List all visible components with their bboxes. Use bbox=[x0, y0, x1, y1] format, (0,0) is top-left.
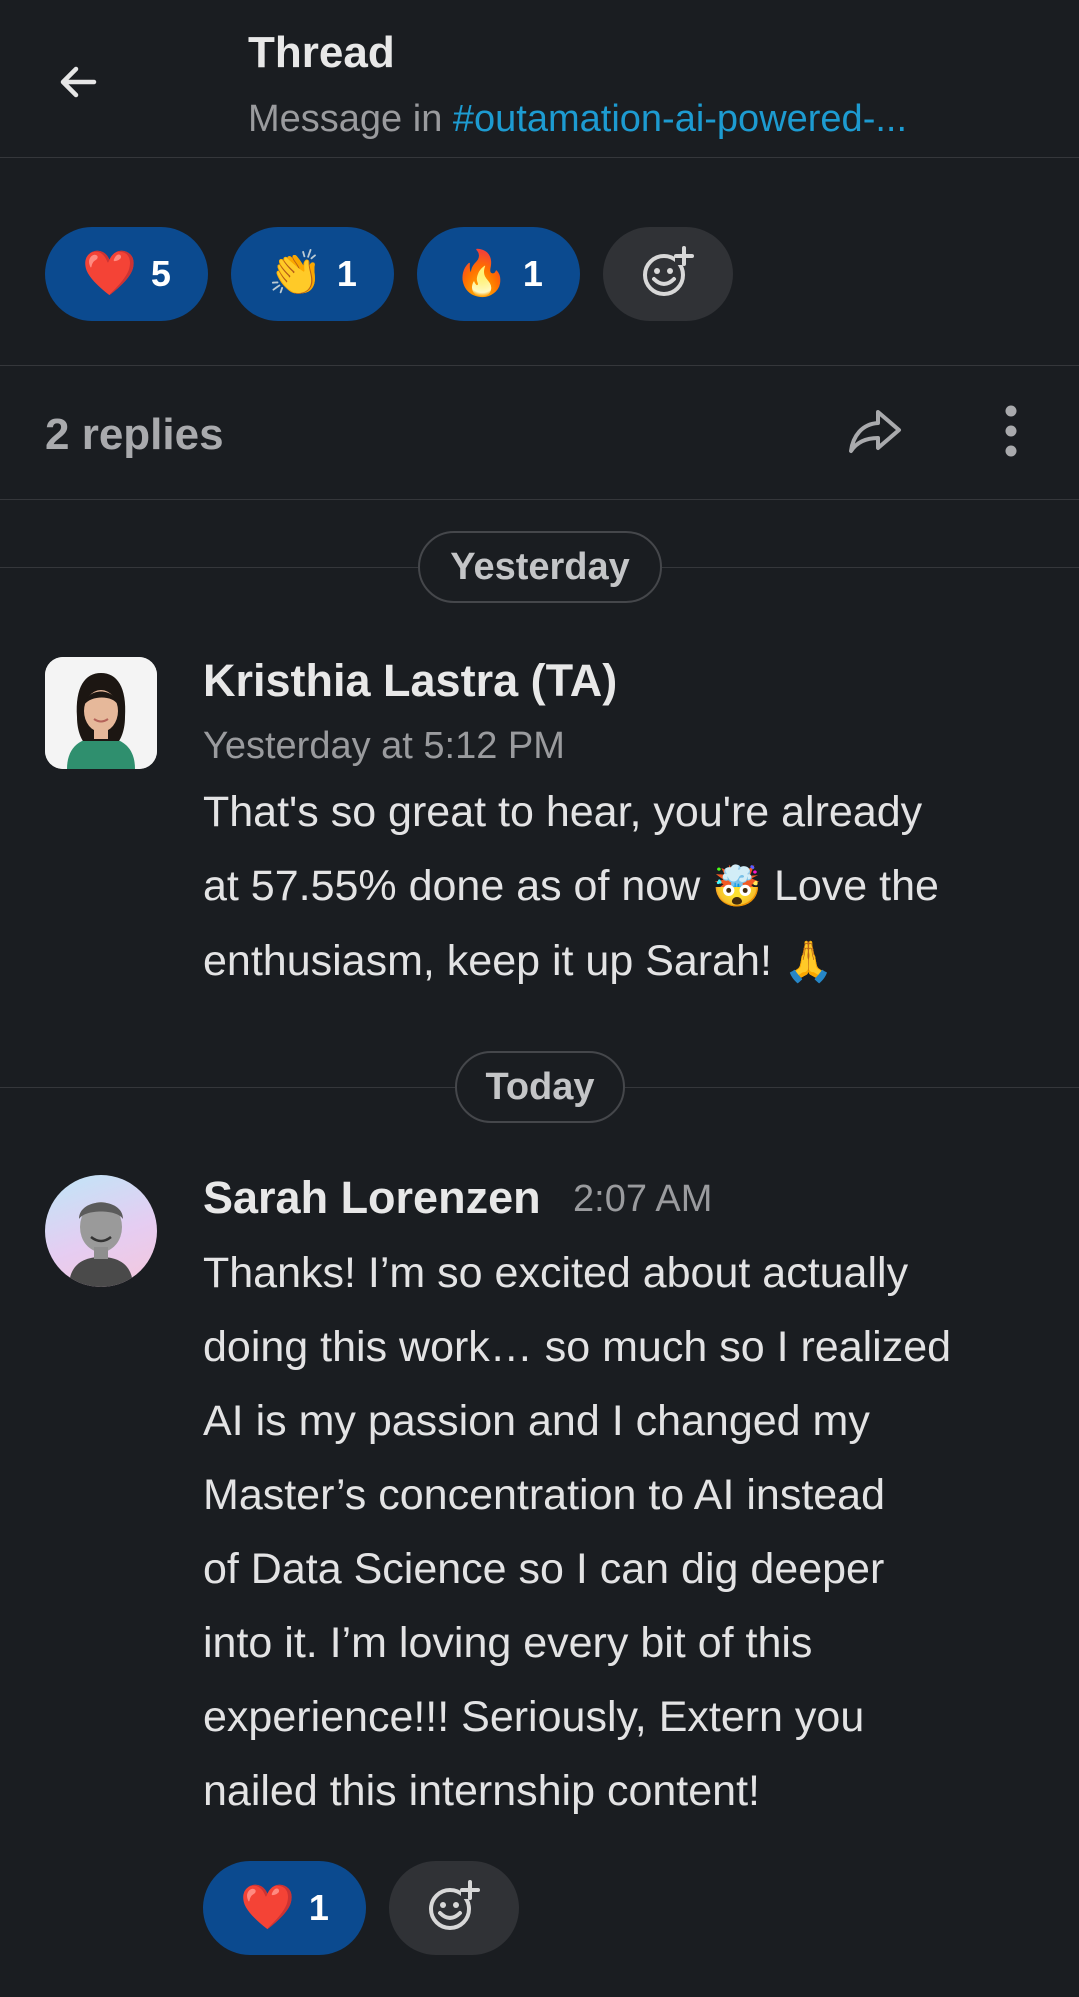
add-reaction-button[interactable] bbox=[603, 227, 733, 321]
share-arrow-icon bbox=[846, 406, 904, 461]
more-vertical-icon bbox=[1001, 403, 1021, 464]
heart-emoji-icon: ❤️ bbox=[240, 1883, 295, 1932]
reaction-count: 1 bbox=[336, 253, 357, 294]
reaction-count: 1 bbox=[522, 253, 543, 294]
exploding-head-emoji-icon: 🤯 bbox=[712, 865, 763, 909]
reaction-count: 5 bbox=[150, 253, 171, 294]
avatar[interactable] bbox=[45, 657, 157, 769]
message-line: Master’s concentration to AI instead bbox=[203, 1471, 886, 1519]
share-button[interactable] bbox=[840, 398, 910, 468]
message-author[interactable]: Kristhia Lastra (TA) bbox=[203, 655, 617, 707]
message-body: That's so great to hear, you're already … bbox=[203, 775, 1079, 999]
add-reaction-button[interactable] bbox=[389, 1861, 519, 1955]
arrow-left-icon bbox=[54, 58, 102, 111]
message-line: experience!!! Seriously, Extern you bbox=[203, 1693, 865, 1741]
reactions-bar: ❤️ 5 👏 1 🔥 1 bbox=[0, 158, 1079, 366]
add-emoji-icon bbox=[425, 1877, 483, 1940]
thread-subtitle: Message in #outamation-ai-powered-... bbox=[248, 98, 907, 141]
back-button[interactable] bbox=[46, 52, 110, 116]
heart-emoji-icon: ❤️ bbox=[82, 249, 137, 298]
message-line: at 57.55% done as of now 🤯 Love the bbox=[203, 849, 1079, 924]
reaction-heart[interactable]: ❤️ 5 bbox=[45, 227, 208, 321]
channel-link[interactable]: #outamation-ai-powered-... bbox=[453, 98, 907, 140]
replies-bar: 2 replies bbox=[0, 366, 1079, 500]
reaction-fire[interactable]: 🔥 1 bbox=[417, 227, 580, 321]
message-text: enthusiasm, keep it up Sarah! bbox=[203, 937, 784, 985]
date-divider-yesterday: Yesterday bbox=[418, 531, 662, 603]
more-options-button[interactable] bbox=[976, 398, 1046, 468]
reaction-heart[interactable]: ❤️ 1 bbox=[203, 1861, 366, 1955]
reaction-count: 1 bbox=[308, 1887, 329, 1928]
message-line: of Data Science so I can dig deeper bbox=[203, 1545, 885, 1593]
message-body: Thanks! I’m so excited about actually do… bbox=[203, 1236, 1079, 1828]
message-timestamp: Yesterday at 5:12 PM bbox=[203, 725, 565, 767]
message-line: Thanks! I’m so excited about actually bbox=[203, 1249, 909, 1297]
message-text: at 57.55% done as of now bbox=[203, 862, 713, 910]
avatar[interactable] bbox=[45, 1175, 157, 1287]
message-line: into it. I’m loving every bit of this bbox=[203, 1619, 813, 1667]
message-author[interactable]: Sarah Lorenzen bbox=[203, 1172, 541, 1224]
message-line: AI is my passion and I changed my bbox=[203, 1397, 870, 1445]
date-divider-today: Today bbox=[455, 1051, 625, 1123]
message-text: Love the bbox=[762, 862, 939, 910]
fire-emoji-icon: 🔥 bbox=[454, 249, 509, 298]
clap-emoji-icon: 👏 bbox=[268, 249, 323, 298]
thread-header: Thread Message in #outamation-ai-powered… bbox=[0, 0, 1079, 158]
folded-hands-emoji-icon: 🙏 bbox=[783, 940, 834, 984]
replies-count: 2 replies bbox=[45, 410, 224, 459]
message-line: That's so great to hear, you're already bbox=[203, 788, 923, 836]
message-line: enthusiasm, keep it up Sarah! 🙏 bbox=[203, 924, 1079, 999]
page-title: Thread bbox=[248, 28, 395, 77]
message-line: doing this work… so much so I realized bbox=[203, 1323, 952, 1371]
message-line: nailed this internship content! bbox=[203, 1767, 760, 1815]
message-timestamp: 2:07 AM bbox=[573, 1178, 713, 1220]
reaction-clap[interactable]: 👏 1 bbox=[231, 227, 394, 321]
add-emoji-icon bbox=[639, 243, 697, 306]
subtitle-prefix: Message in bbox=[248, 98, 453, 140]
